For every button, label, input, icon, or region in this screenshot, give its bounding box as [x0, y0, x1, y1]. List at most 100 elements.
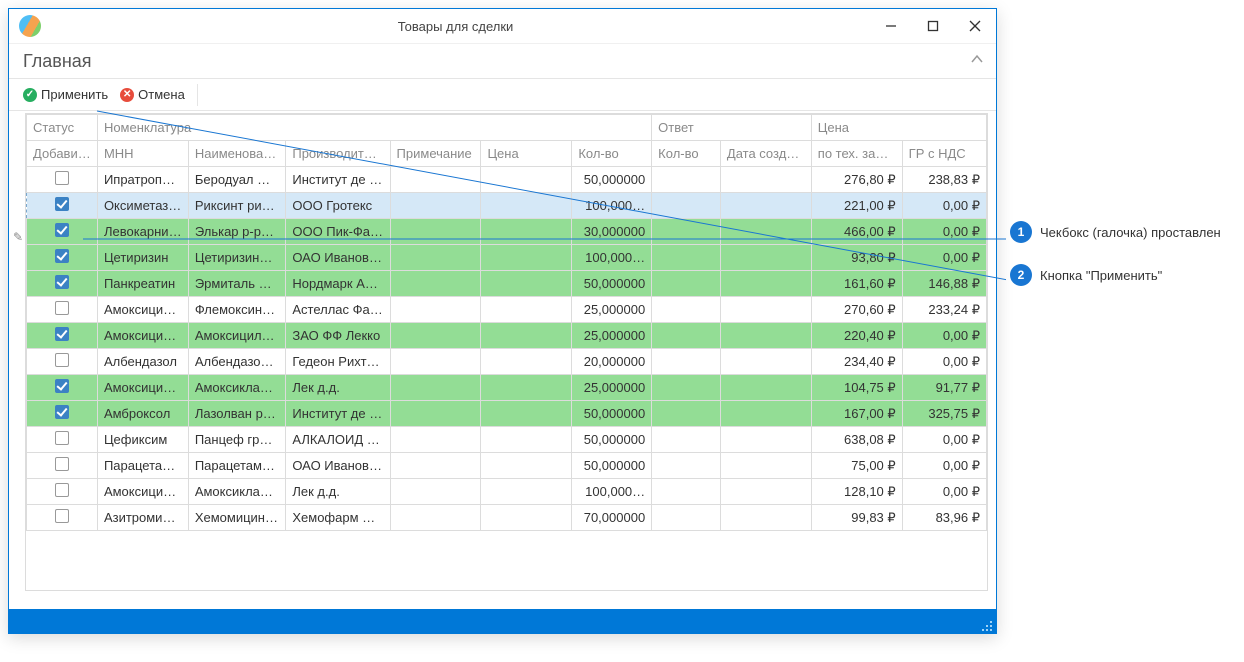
cell-manufacturer[interactable]: Астеллас Фа…	[286, 297, 390, 323]
table-row[interactable]: Амоксицил…Амоксикла…Лек д.д.100,000…128,…	[27, 479, 987, 505]
cell-qty[interactable]: 50,000000	[572, 401, 652, 427]
cell-qty[interactable]: 50,000000	[572, 167, 652, 193]
cell-manufacturer[interactable]: Нордмарк Ар…	[286, 271, 390, 297]
cell-qty[interactable]: 25,000000	[572, 323, 652, 349]
cell-qty[interactable]: 50,000000	[572, 453, 652, 479]
cell-qty[interactable]: 50,000000	[572, 427, 652, 453]
cell-note[interactable]	[390, 193, 481, 219]
cell-price[interactable]	[481, 193, 572, 219]
cell-name[interactable]: Эрмиталь …	[188, 271, 286, 297]
cell-gr-nds[interactable]: 0,00 ₽	[902, 323, 986, 349]
table-row[interactable]: ЦетиризинЦетиризин…ОАО Иванов…100,000…93…	[27, 245, 987, 271]
cell-resp-qty[interactable]	[652, 219, 721, 245]
cell-note[interactable]	[390, 167, 481, 193]
cancel-button[interactable]: ✕ Отмена	[114, 83, 191, 106]
cell-resp-date[interactable]	[720, 349, 811, 375]
cell-resp-date[interactable]	[720, 219, 811, 245]
row-checkbox[interactable]	[55, 249, 69, 263]
cell-manufacturer[interactable]: Лек д.д.	[286, 375, 390, 401]
cell-resp-qty[interactable]	[652, 271, 721, 297]
cell-mnn[interactable]: Панкреатин	[97, 271, 188, 297]
cell-mnn[interactable]: Цетиризин	[97, 245, 188, 271]
col-group-status[interactable]: Статус	[27, 115, 98, 141]
cell-qty[interactable]: 20,000000	[572, 349, 652, 375]
cell-resp-date[interactable]	[720, 297, 811, 323]
row-checkbox[interactable]	[55, 223, 69, 237]
cell-price[interactable]	[481, 245, 572, 271]
table-row[interactable]: Амоксицил…Амоксицил…ЗАО ФФ Лекко25,00000…	[27, 323, 987, 349]
cell-tech-price[interactable]: 270,60 ₽	[811, 297, 902, 323]
cell-manufacturer[interactable]: ЗАО ФФ Лекко	[286, 323, 390, 349]
cell-qty[interactable]: 100,000…	[572, 193, 652, 219]
cell-name[interactable]: Лазолван р…	[188, 401, 286, 427]
col-tech-price[interactable]: по тех. за…	[811, 141, 902, 167]
row-checkbox[interactable]	[55, 405, 69, 419]
maximize-button[interactable]	[912, 9, 954, 44]
row-checkbox[interactable]	[55, 275, 69, 289]
cell-resp-date[interactable]	[720, 427, 811, 453]
cell-mnn[interactable]: Левокарни…	[97, 219, 188, 245]
cell-resp-qty[interactable]	[652, 401, 721, 427]
cell-name[interactable]: Цетиризин…	[188, 245, 286, 271]
cell-manufacturer[interactable]: ООО Гротекс	[286, 193, 390, 219]
cell-resp-qty[interactable]	[652, 167, 721, 193]
table-row[interactable]: Амоксицил…Флемоксин…Астеллас Фа…25,00000…	[27, 297, 987, 323]
cell-gr-nds[interactable]: 146,88 ₽	[902, 271, 986, 297]
cell-resp-date[interactable]	[720, 245, 811, 271]
cell-note[interactable]	[390, 349, 481, 375]
tab-main[interactable]: Главная	[17, 45, 98, 78]
cell-price[interactable]	[481, 297, 572, 323]
cell-tech-price[interactable]: 167,00 ₽	[811, 401, 902, 427]
cell-resp-qty[interactable]	[652, 453, 721, 479]
col-group-nomenclature[interactable]: Номенклатура	[97, 115, 651, 141]
table-row[interactable]: Ипратропи…Беродуал …Институт де …50,0000…	[27, 167, 987, 193]
cell-gr-nds[interactable]: 0,00 ₽	[902, 479, 986, 505]
col-price[interactable]: Цена	[481, 141, 572, 167]
cell-mnn[interactable]: Парацетам…	[97, 453, 188, 479]
cell-tech-price[interactable]: 99,83 ₽	[811, 505, 902, 531]
cell-resp-qty[interactable]	[652, 505, 721, 531]
products-table[interactable]: Статус Номенклатура Ответ Цена Добави… М…	[26, 114, 987, 531]
cell-resp-qty[interactable]	[652, 245, 721, 271]
cell-resp-qty[interactable]	[652, 427, 721, 453]
cell-name[interactable]: Риксинт ри…	[188, 193, 286, 219]
cell-qty[interactable]: 30,000000	[572, 219, 652, 245]
cell-mnn[interactable]: Азитромицин	[97, 505, 188, 531]
cell-price[interactable]	[481, 427, 572, 453]
cell-price[interactable]	[481, 453, 572, 479]
cell-manufacturer[interactable]: ОАО Иванов…	[286, 453, 390, 479]
col-name[interactable]: Наименова…	[188, 141, 286, 167]
table-row[interactable]: ПанкреатинЭрмиталь …Нордмарк Ар…50,00000…	[27, 271, 987, 297]
row-checkbox[interactable]	[55, 197, 69, 211]
cell-name[interactable]: Хемомицин …	[188, 505, 286, 531]
cell-gr-nds[interactable]: 325,75 ₽	[902, 401, 986, 427]
apply-button[interactable]: ✓ Применить	[17, 83, 114, 106]
cell-mnn[interactable]: Амоксицил…	[97, 323, 188, 349]
cell-price[interactable]	[481, 375, 572, 401]
cell-qty[interactable]: 25,000000	[572, 375, 652, 401]
row-checkbox[interactable]	[55, 301, 69, 315]
cell-mnn[interactable]: Цефиксим	[97, 427, 188, 453]
col-group-price[interactable]: Цена	[811, 115, 986, 141]
close-button[interactable]	[954, 9, 996, 44]
cell-price[interactable]	[481, 479, 572, 505]
cell-mnn[interactable]: Албендазол	[97, 349, 188, 375]
cell-note[interactable]	[390, 453, 481, 479]
cell-manufacturer[interactable]: Хемофарм А.Д.	[286, 505, 390, 531]
cell-note[interactable]	[390, 401, 481, 427]
cell-name[interactable]: Амоксикла…	[188, 479, 286, 505]
cell-manufacturer[interactable]: Институт де …	[286, 167, 390, 193]
cell-gr-nds[interactable]: 0,00 ₽	[902, 245, 986, 271]
table-row[interactable]: Левокарни…Элькар р-р…ООО Пик-Фа…30,00000…	[27, 219, 987, 245]
row-checkbox[interactable]	[55, 353, 69, 367]
cell-name[interactable]: Амоксицил…	[188, 323, 286, 349]
cell-tech-price[interactable]: 128,10 ₽	[811, 479, 902, 505]
cell-price[interactable]	[481, 219, 572, 245]
cell-resp-qty[interactable]	[652, 349, 721, 375]
cell-manufacturer[interactable]: Гедеон Рихт…	[286, 349, 390, 375]
cell-gr-nds[interactable]: 83,96 ₽	[902, 505, 986, 531]
cell-note[interactable]	[390, 271, 481, 297]
cell-resp-date[interactable]	[720, 453, 811, 479]
cell-price[interactable]	[481, 323, 572, 349]
cell-mnn[interactable]: Оксиметаз…	[97, 193, 188, 219]
